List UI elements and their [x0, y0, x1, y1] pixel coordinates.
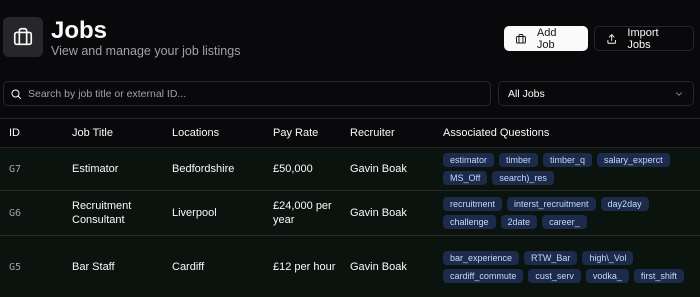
job-pay-rate: £50,000 [273, 163, 313, 175]
job-title: Estimator [72, 163, 119, 175]
question-tag[interactable]: search)_res [492, 171, 554, 185]
add-job-button[interactable]: Add Job [504, 26, 588, 51]
search-input[interactable] [28, 87, 478, 100]
job-title: Recruitment Consultant [72, 200, 132, 226]
jobs-table: ID Job Title Locations Pay Rate Recruite… [0, 118, 700, 297]
job-filter-value: All Jobs [508, 87, 545, 100]
job-location: Liverpool [172, 207, 217, 219]
job-title: Bar Staff [72, 260, 115, 273]
chevron-down-icon [676, 91, 682, 96]
job-recruiter: Gavin Boak [350, 163, 407, 175]
column-header-locations[interactable]: Locations [172, 127, 273, 139]
question-tag[interactable]: 2date [500, 215, 538, 229]
question-tag[interactable]: timber [499, 153, 539, 167]
import-jobs-label: Import Jobs [627, 26, 659, 51]
question-tag[interactable]: cust_serv [528, 268, 581, 283]
job-pay-rate: £12 per hour [273, 260, 336, 273]
column-header-recruiter[interactable]: Recruiter [350, 127, 443, 139]
job-filter-select[interactable]: All Jobs [498, 81, 694, 106]
question-tag[interactable]: RTW_Bar [524, 250, 578, 265]
question-tag[interactable]: bar_experience [443, 250, 520, 265]
column-header-associated-questions[interactable]: Associated Questions [443, 127, 700, 139]
column-header-pay-rate[interactable]: Pay Rate [273, 126, 350, 140]
page-title: Jobs [51, 17, 108, 44]
briefcase-icon [13, 27, 33, 46]
column-header-id[interactable]: ID [0, 127, 72, 139]
job-location: Bedfordshire [172, 163, 235, 175]
briefcase-icon [515, 33, 526, 43]
question-tag[interactable]: cardiff_commute [443, 268, 524, 283]
header-icon-box [3, 17, 43, 57]
question-tag[interactable]: challenge [443, 215, 496, 229]
question-tag[interactable]: first_shift [633, 268, 684, 283]
job-id-cell: G5 [0, 261, 72, 273]
table-row[interactable]: G5 Bar Staff Cardiff £12 per hour Gavin … [0, 236, 700, 297]
job-recruiter: Gavin Boak [350, 260, 407, 273]
table-row[interactable]: G6 Recruitment Consultant Liverpool £24,… [0, 191, 700, 236]
import-jobs-button[interactable]: Import Jobs [594, 26, 694, 51]
page-subtitle: View and manage your job listings [51, 44, 241, 58]
job-id: G5 [9, 261, 22, 273]
job-recruiter: Gavin Boak [350, 207, 407, 219]
search-icon [11, 89, 21, 99]
question-tag-list: recruitment interst_recruitment day2day … [443, 197, 700, 229]
job-location: Cardiff [172, 260, 205, 273]
question-tag[interactable]: timber_q [543, 153, 593, 167]
table-row[interactable]: G7 Estimator Bedfordshire £50,000 Gavin … [0, 148, 700, 191]
question-tag-list: estimator timber timber_q salary_experct… [443, 153, 700, 185]
question-tag[interactable]: day2day [600, 197, 649, 211]
question-tag[interactable]: vodka_ [585, 268, 629, 283]
question-tag[interactable]: interst_recruitment [507, 197, 596, 211]
question-tag[interactable]: career_ [542, 215, 587, 229]
table-header: ID Job Title Locations Pay Rate Recruite… [0, 119, 700, 148]
job-pay-rate: £24,000 per year [273, 200, 332, 226]
question-tag-list: bar_experience RTW_Bar high\_Vol cardiff… [443, 250, 700, 283]
upload-icon [607, 33, 616, 44]
job-id-cell: G6 [0, 207, 72, 219]
question-tag[interactable]: high\_Vol [582, 250, 634, 265]
question-tag[interactable]: recruitment [443, 197, 503, 211]
job-id: G6 [9, 208, 22, 219]
question-tag[interactable]: estimator [443, 153, 495, 167]
search-bar [3, 81, 491, 106]
question-tag[interactable]: salary_experct [597, 153, 670, 167]
add-job-label: Add Job [536, 26, 557, 51]
column-header-job-title[interactable]: Job Title [72, 126, 172, 140]
job-id: G7 [9, 164, 22, 175]
question-tag[interactable]: MS_Off [443, 171, 488, 185]
job-id-cell: G7 [0, 163, 72, 175]
